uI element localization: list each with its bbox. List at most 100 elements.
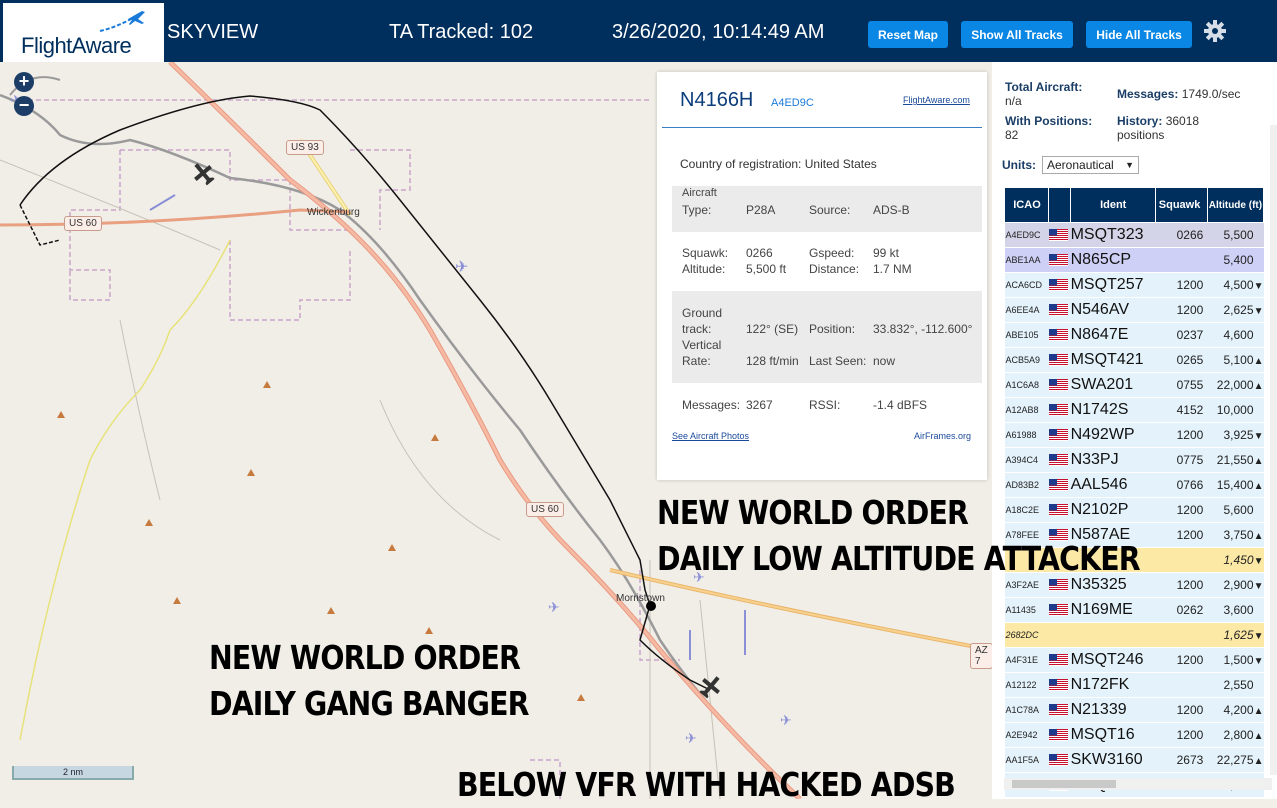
messages-rate-value: 1749.0/sec [1181, 87, 1241, 101]
ident-cell: MSQT257 [1070, 272, 1156, 298]
altitude-cell: 3,925▼ [1207, 422, 1264, 448]
popup-block-type: Aircraft Type: P28A Source: ADS-B [672, 186, 982, 232]
altitude-value: 1,450 [1223, 553, 1254, 567]
aircraft-type-value: P28A [746, 203, 776, 217]
ident-cell: N865CP [1070, 247, 1156, 273]
svg-text:✈: ✈ [548, 599, 560, 615]
table-row[interactable]: A1C6A8 SWA201 0755 22,000▲ [1004, 372, 1264, 398]
caption-line: DAILY LOW ALTITUDE ATTACKER [657, 539, 1141, 578]
table-row[interactable]: A394C4 N33PJ 0775 21,550▲ [1004, 447, 1264, 473]
table-row[interactable]: A6EE4A N546AV 1200 2,625▼ [1004, 297, 1264, 323]
ident-cell: N546AV [1070, 297, 1156, 323]
table-row[interactable]: 2682DC 1,625▼ [1004, 622, 1264, 648]
flightaware-link[interactable]: FlightAware.com [903, 95, 970, 105]
flag-cell [1048, 347, 1071, 373]
flag-cell [1048, 447, 1071, 473]
table-row[interactable]: A4ED9C MSQT323 0266 5,500 [1004, 222, 1264, 248]
units-select[interactable]: Aeronautical ▼ [1042, 156, 1139, 174]
icao-cell: A61988 [1004, 422, 1049, 448]
altitude-value: 10,000 [1216, 403, 1254, 417]
popup-block-squawk: Squawk: 0266 Gspeed: 99 kt Altitude: 5,5… [672, 240, 982, 286]
show-all-tracks-button[interactable]: Show All Tracks [961, 21, 1073, 48]
altitude-cell: 4,600 [1207, 322, 1264, 348]
see-aircraft-photos-link[interactable]: See Aircraft Photos [672, 431, 749, 441]
table-row[interactable]: A2E942 MSQT16 1200 2,800▲ [1004, 722, 1264, 748]
ident-cell: N8647E [1070, 322, 1156, 348]
horizontal-scrollbar[interactable] [1004, 778, 1272, 790]
vertical-rate-value: 128 ft/min [746, 354, 799, 368]
zoom-in-button[interactable]: + [14, 72, 34, 92]
last-seen-label: Last Seen: [809, 354, 867, 368]
altitude-cell: 1,450▼ [1207, 547, 1264, 573]
popup-hex: A4ED9C [771, 97, 814, 109]
ident-cell: MSQT421 [1070, 347, 1156, 373]
messages-rate-label: Messages: [1117, 87, 1179, 101]
popup-country: Country of registration: United States [680, 157, 877, 171]
us-flag-icon [1048, 653, 1068, 666]
messages-rate: Messages: 1749.0/sec [1117, 87, 1240, 101]
altitude-cell: 2,625▼ [1207, 297, 1264, 323]
icao-cell: A18C2E [1004, 497, 1049, 523]
gear-icon[interactable] [1203, 19, 1227, 43]
altitude-cell: 1,625▼ [1207, 622, 1264, 648]
hide-all-tracks-button[interactable]: Hide All Tracks [1086, 21, 1192, 48]
column-header-flag[interactable] [1048, 187, 1072, 223]
column-header-altitude[interactable]: Altitude (ft) [1206, 187, 1265, 223]
icao-cell: AD83B2 [1004, 472, 1049, 498]
altitude-label: Altitude: [682, 262, 726, 276]
table-row[interactable]: AA1F5A SKW3160 2673 22,275▲ [1004, 747, 1264, 773]
squawk-cell [1155, 622, 1208, 648]
aircraft-info-popup: N4166H A4ED9C FlightAware.com Country of… [657, 72, 987, 480]
flag-cell [1048, 697, 1071, 723]
flag-cell [1048, 472, 1071, 498]
altitude-trend-icon: ▲ [1253, 756, 1264, 767]
popup-block-track: Ground track: 122° (SE) Position: 33.832… [672, 291, 982, 383]
flag-cell [1048, 747, 1071, 773]
flag-cell [1048, 272, 1071, 298]
altitude-cell: 21,550▲ [1207, 447, 1264, 473]
zoom-out-button[interactable]: − [14, 96, 34, 116]
plane-logo-icon [99, 11, 145, 32]
ident-cell: SWA201 [1070, 372, 1156, 398]
caption-line: DAILY GANG BANGER [209, 684, 529, 723]
vertical-rate-label-2: Rate: [682, 354, 711, 368]
flag-cell [1048, 422, 1071, 448]
logo-text: FlightAware [21, 33, 132, 58]
column-header-ident[interactable]: Ident [1070, 187, 1157, 223]
altitude-value: 5,500 ft [746, 262, 787, 276]
altitude-trend-icon: ▼ [1253, 431, 1264, 442]
with-positions-label: With Positions: [1005, 114, 1093, 128]
caption-line: NEW WORLD ORDER [657, 493, 969, 532]
column-header-icao[interactable]: ICAO [1003, 187, 1050, 223]
column-header-squawk[interactable]: Squawk [1155, 187, 1208, 223]
icao-cell: A1C6A8 [1004, 372, 1049, 398]
with-positions-value: 82 [1005, 128, 1019, 142]
table-row[interactable]: A4F31E MSQT246 1200 1,500▼ [1004, 647, 1264, 673]
table-row[interactable]: A12122 N172FK 2,550 [1004, 672, 1264, 698]
altitude-cell: 5,100▲ [1207, 347, 1264, 373]
table-row[interactable]: A1C78A N21339 1200 4,200▲ [1004, 697, 1264, 723]
vertical-scrollbar[interactable] [1270, 125, 1277, 775]
ident-cell: AAL546 [1070, 472, 1156, 498]
table-row[interactable]: ABE105 N8647E 0237 4,600 [1004, 322, 1264, 348]
flightaware-logo[interactable]: FlightAware [3, 3, 164, 62]
table-row[interactable]: ACB5A9 MSQT421 0265 5,100▲ [1004, 347, 1264, 373]
altitude-trend-icon: ▲ [1253, 456, 1264, 467]
reset-map-button[interactable]: Reset Map [868, 21, 948, 48]
table-row[interactable]: ACA6CD MSQT257 1200 4,500▼ [1004, 272, 1264, 298]
clock: 3/26/2020, 10:14:49 AM [612, 21, 825, 43]
ident-cell: N169ME [1070, 597, 1156, 623]
us-flag-icon [1048, 678, 1068, 691]
table-row[interactable]: A61988 N492WP 1200 3,925▼ [1004, 422, 1264, 448]
table-row[interactable]: A12AB8 N1742S 4152 10,000 [1004, 397, 1264, 423]
altitude-value: 2,625 [1223, 303, 1254, 317]
place-label-morristown: Morristown [616, 593, 665, 604]
flag-cell [1048, 222, 1071, 248]
airframes-link[interactable]: AirFrames.org [914, 431, 971, 441]
altitude-value: 5,400 [1223, 253, 1254, 267]
table-row[interactable]: A18C2E N2102P 1200 5,600 [1004, 497, 1264, 523]
table-row[interactable]: AD83B2 AAL546 0766 15,400▲ [1004, 472, 1264, 498]
table-row[interactable]: ABE1AA N865CP 5,400 [1004, 247, 1264, 273]
table-row[interactable]: A11435 N169ME 0262 3,600 [1004, 597, 1264, 623]
scrollbar-thumb[interactable] [1012, 780, 1116, 788]
